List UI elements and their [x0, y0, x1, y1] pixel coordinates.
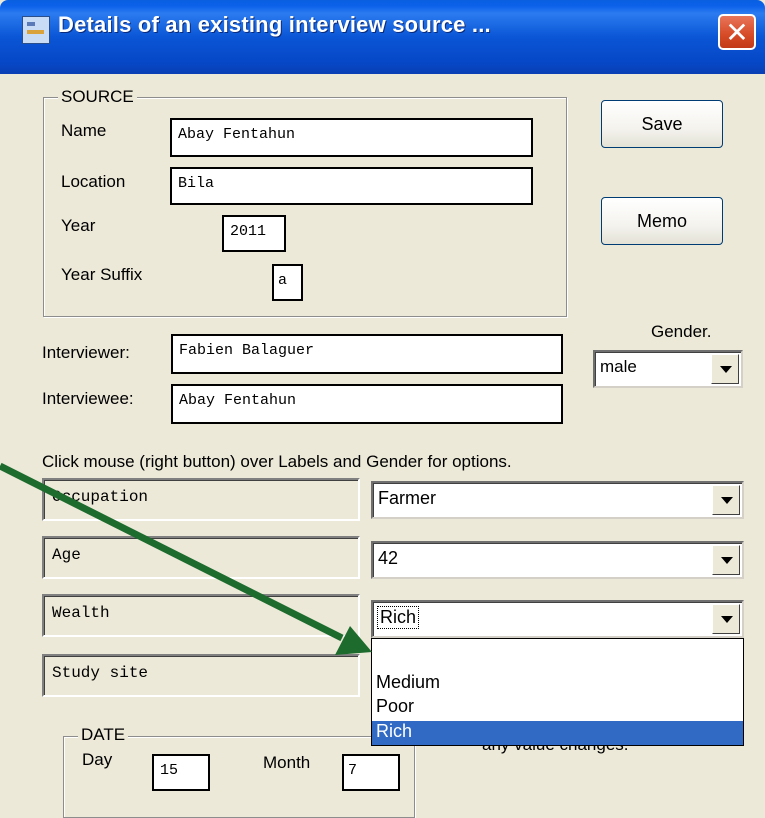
annotation-arrow-icon: [0, 462, 372, 655]
annotation-arrow-shaft: [0, 462, 344, 642]
